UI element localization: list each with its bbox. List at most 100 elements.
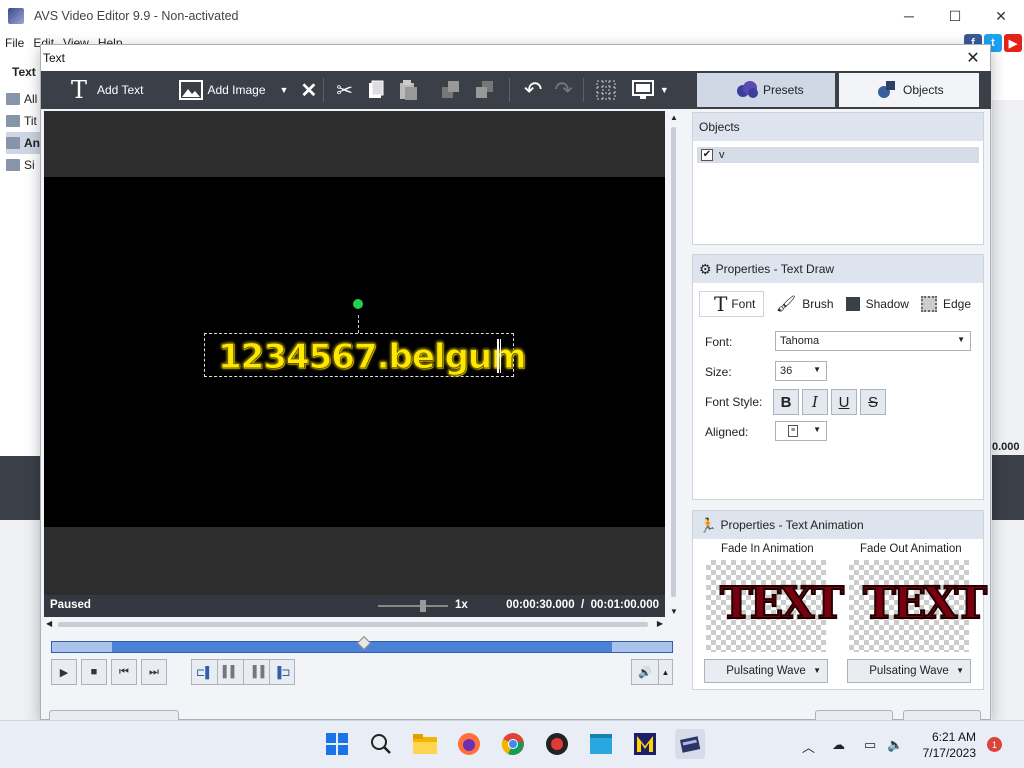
left-item-simple[interactable]: Si <box>6 154 40 176</box>
underline-button[interactable]: U <box>831 389 857 415</box>
fade-in-preview[interactable]: TEXT <box>706 560 845 652</box>
speed-slider-track[interactable] <box>378 605 448 607</box>
undo-icon[interactable]: ↶ <box>524 77 542 103</box>
font-select[interactable]: Tahoma ▼ <box>775 331 971 351</box>
main-timeline-area <box>0 520 40 730</box>
tab-edge[interactable]: Edge <box>915 291 977 317</box>
timeline-fade-in-segment[interactable] <box>52 642 112 652</box>
video-preview-area[interactable]: 1234567.belgum <box>44 111 665 616</box>
menu-file[interactable]: File <box>5 36 24 50</box>
paste-icon[interactable] <box>399 79 419 101</box>
tab-brush[interactable]: 🖌 Brush <box>770 291 840 317</box>
text-draw-panel: ⚙ Properties - Text Draw T Font 🖌 Brush … <box>692 254 984 500</box>
tray-chevron-icon[interactable]: ︿ <box>802 737 815 756</box>
preview-horizontal-scrollbar[interactable]: ◀ ▶ <box>44 619 665 631</box>
zoom-start-button[interactable]: ⊏▌ <box>191 659 217 685</box>
preview-vertical-scrollbar[interactable]: ▲ ▼ <box>668 111 680 618</box>
dialog-close-icon[interactable]: ✕ <box>962 47 984 69</box>
left-item-titles[interactable]: Tit <box>6 110 40 132</box>
previous-frame-button[interactable]: ⏮ <box>111 659 137 685</box>
fade-in-dropdown-icon: ▼ <box>813 666 821 675</box>
display-icon[interactable] <box>631 80 654 100</box>
tab-presets[interactable]: Presets <box>697 73 835 107</box>
zoom-mid-left-button[interactable]: ▌▌ <box>217 659 243 685</box>
firefox-icon[interactable] <box>456 731 482 757</box>
delete-icon[interactable]: ✕ <box>300 78 317 103</box>
scroll-up-icon[interactable]: ▲ <box>670 113 678 122</box>
notification-badge[interactable]: 1 <box>987 737 1002 752</box>
search-icon[interactable] <box>368 731 394 757</box>
timeline-fade-out-segment[interactable] <box>612 642 672 652</box>
preview-text-object[interactable]: 1234567.belgum <box>218 337 528 378</box>
video-canvas[interactable]: 1234567.belgum <box>44 177 665 527</box>
left-item-animated[interactable]: An <box>6 132 40 154</box>
fade-in-select[interactable]: Pulsating Wave ▼ <box>704 659 828 683</box>
avs-video-editor-taskbar-icon[interactable] <box>675 729 705 759</box>
image-icon <box>179 80 204 100</box>
align-select[interactable]: ≡ ▼ <box>775 421 827 441</box>
tab-font[interactable]: T Font <box>699 291 764 317</box>
close-icon[interactable]: ✕ <box>978 0 1024 32</box>
add-text-button[interactable]: T Add Text <box>69 71 144 109</box>
side-time: 0.000 <box>992 441 1020 453</box>
cloud-offline-icon[interactable]: ☁ <box>832 737 845 753</box>
media-app-icon[interactable] <box>632 731 658 757</box>
taskbar-clock[interactable]: 6:21 AM 7/17/2023 <box>923 729 976 761</box>
dropdown-arrow-icon[interactable]: ▼ <box>280 85 289 95</box>
display-dropdown-icon[interactable]: ▼ <box>660 85 669 95</box>
scroll-left-icon[interactable]: ◀ <box>46 619 52 628</box>
strikethrough-button[interactable]: S <box>860 389 886 415</box>
stop-button[interactable]: ■ <box>81 659 107 685</box>
preview-status-bar: Paused 1x 00:00:30.000 / 00:01:00.000 <box>44 595 665 617</box>
object-visibility-checkbox[interactable]: ✔ <box>701 149 713 161</box>
timeline-playhead[interactable] <box>356 635 372 651</box>
vertical-scroll-thumb[interactable] <box>671 127 676 597</box>
zoom-end-button[interactable]: ▐⊐ <box>269 659 295 685</box>
maximize-icon[interactable]: ☐ <box>932 0 978 32</box>
chrome-icon[interactable] <box>500 731 526 757</box>
file-explorer-icon[interactable] <box>412 731 438 757</box>
volume-button[interactable]: 🔊 <box>631 659 659 685</box>
fade-out-label: Fade Out Animation <box>860 543 962 555</box>
object-list-item[interactable]: ✔ v <box>697 147 979 163</box>
volume-icon[interactable]: 🔈 <box>887 737 903 753</box>
scroll-right-icon[interactable]: ▶ <box>657 619 663 628</box>
size-dropdown-icon: ▼ <box>813 365 821 374</box>
left-item-all[interactable]: All <box>6 88 40 110</box>
send-backward-icon[interactable] <box>475 80 495 100</box>
copy-icon[interactable] <box>367 80 385 100</box>
main-dark-strip <box>0 456 40 520</box>
fade-out-preview[interactable]: TEXT <box>849 560 988 652</box>
youtube-icon[interactable]: ▶ <box>1004 34 1022 52</box>
size-select[interactable]: 36 ▼ <box>775 361 827 381</box>
tab-shadow[interactable]: Shadow <box>840 291 915 317</box>
start-icon[interactable] <box>324 731 350 757</box>
rotate-handle[interactable] <box>353 299 363 309</box>
volume-arrow-icon[interactable]: ▲ <box>659 659 673 685</box>
app-window-icon[interactable] <box>588 731 614 757</box>
bring-forward-icon[interactable] <box>441 80 461 100</box>
bold-button[interactable]: B <box>773 389 799 415</box>
minimize-icon[interactable]: ─ <box>886 0 932 32</box>
play-button[interactable]: ▶ <box>51 659 77 685</box>
tab-objects[interactable]: Objects <box>839 73 979 107</box>
grid-icon[interactable] <box>596 80 616 100</box>
record-icon[interactable] <box>544 731 570 757</box>
scroll-down-icon[interactable]: ▼ <box>670 607 678 616</box>
horizontal-scroll-thumb[interactable] <box>58 622 648 627</box>
zoom-mid-right-button[interactable]: ▐▐ <box>243 659 269 685</box>
next-frame-button[interactable]: ⏭ <box>141 659 167 685</box>
fade-out-select[interactable]: Pulsating Wave ▼ <box>847 659 971 683</box>
objects-panel: Objects ✔ v <box>692 112 984 245</box>
cut-icon[interactable]: ✂ <box>336 78 353 103</box>
text-animation-panel: 🏃 Properties - Text Animation Fade In An… <box>692 510 988 690</box>
add-image-button[interactable]: Add Image <box>179 71 266 109</box>
redo-icon[interactable]: ↷ <box>554 77 572 103</box>
network-icon[interactable]: ▭ <box>864 737 876 753</box>
timeline-slider[interactable] <box>51 635 673 653</box>
italic-button[interactable]: I <box>802 389 828 415</box>
speed-slider-thumb[interactable] <box>420 600 426 612</box>
objects-icon <box>877 79 897 102</box>
clock-date: 7/17/2023 <box>922 746 976 760</box>
text-cursor <box>497 339 501 373</box>
